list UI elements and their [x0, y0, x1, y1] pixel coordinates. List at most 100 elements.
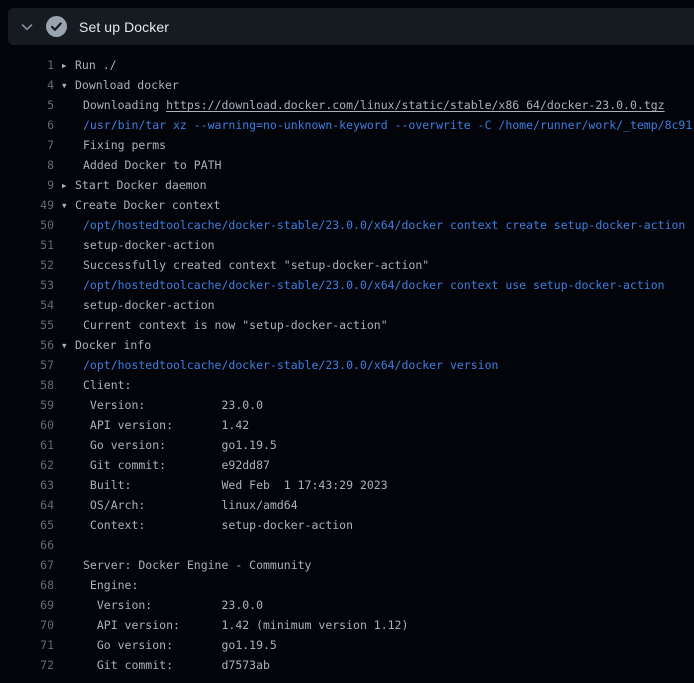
- log-text: Context: setup-docker-action: [83, 515, 353, 535]
- log-command: /opt/hostedtoolcache/docker-stable/23.0.…: [83, 215, 685, 235]
- line-number[interactable]: 63: [0, 475, 54, 495]
- log-line: 64 OS/Arch: linux/amd64: [0, 495, 694, 515]
- log-line: 5 Downloading https://download.docker.com…: [0, 95, 694, 115]
- log-line: 51 setup-docker-action: [0, 235, 694, 255]
- log-rows: 1▶Run ./4▼Download docker5Downloading ht…: [0, 45, 694, 683]
- log-text: Downloading https://download.docker.com/…: [83, 95, 665, 115]
- log-line: 58Client:: [0, 375, 694, 395]
- line-number[interactable]: 55: [0, 315, 54, 335]
- line-number[interactable]: 67: [0, 555, 54, 575]
- log-text: Git commit: e92dd87: [83, 455, 270, 475]
- chevron-right-icon: ▶: [62, 56, 75, 76]
- line-number[interactable]: 69: [0, 595, 54, 615]
- line-number[interactable]: 70: [0, 615, 54, 635]
- line-number[interactable]: 61: [0, 435, 54, 455]
- line-number[interactable]: 57: [0, 355, 54, 375]
- line-number[interactable]: 68: [0, 575, 54, 595]
- log-text: Current context is now "setup-docker-act…: [83, 315, 388, 335]
- log-text: Successfully created context "setup-dock…: [83, 255, 429, 275]
- log-text: Added Docker to PATH: [83, 155, 221, 175]
- log-command: /usr/bin/tar xz --warning=no-unknown-key…: [83, 115, 692, 135]
- log-line: 66: [0, 535, 694, 555]
- log-line: 49 ▼Create Docker context: [0, 195, 694, 215]
- log-group-title[interactable]: ▶Run ./: [62, 55, 117, 75]
- line-number[interactable]: 50: [0, 215, 54, 235]
- log-line: 8 Added Docker to PATH: [0, 155, 694, 175]
- step-header[interactable]: Set up Docker: [8, 8, 694, 45]
- log-text: setup-docker-action: [83, 235, 215, 255]
- chevron-right-icon: ▶: [62, 176, 75, 196]
- log-text: Server: Docker Engine - Community: [83, 555, 311, 575]
- line-number[interactable]: 59: [0, 395, 54, 415]
- check-circle-icon: [46, 16, 67, 37]
- chevron-down-icon: ▼: [62, 196, 75, 216]
- log-line: 67 Server: Docker Engine - Community: [0, 555, 694, 575]
- log-command: /opt/hostedtoolcache/docker-stable/23.0.…: [83, 275, 665, 295]
- line-number[interactable]: 65: [0, 515, 54, 535]
- log-line: 1 ▶Run ./: [0, 55, 694, 75]
- log-line: 65 Context: setup-docker-action: [0, 515, 694, 535]
- log-line: 9 ▶Start Docker daemon: [0, 175, 694, 195]
- line-number[interactable]: 56: [0, 335, 54, 355]
- log-text: Engine:: [83, 575, 138, 595]
- chevron-down-icon: [19, 19, 35, 35]
- log-line: 57/opt/hostedtoolcache/docker-stable/23.…: [0, 355, 694, 375]
- log-link[interactable]: https://download.docker.com/linux/static…: [166, 98, 665, 112]
- log-line: 70 API version: 1.42 (minimum version 1.…: [0, 615, 694, 635]
- log-line: 7 Fixing perms: [0, 135, 694, 155]
- step-title: Set up Docker: [79, 19, 169, 35]
- line-number[interactable]: 72: [0, 655, 54, 675]
- line-number[interactable]: 66: [0, 535, 54, 555]
- line-number[interactable]: 6: [0, 115, 54, 135]
- log-text: Version: 23.0.0: [83, 395, 263, 415]
- line-number[interactable]: 58: [0, 375, 54, 395]
- log-text: Version: 23.0.0: [83, 595, 263, 615]
- log-line: 61 Go version: go1.19.5: [0, 435, 694, 455]
- log-line: 53/opt/hostedtoolcache/docker-stable/23.…: [0, 275, 694, 295]
- line-number[interactable]: 60: [0, 415, 54, 435]
- line-number[interactable]: 4: [0, 75, 54, 95]
- line-number[interactable]: 49: [0, 195, 54, 215]
- line-number[interactable]: 9: [0, 175, 54, 195]
- log-line: 56 ▼Docker info: [0, 335, 694, 355]
- log-text: API version: 1.42: [83, 415, 249, 435]
- log-text: Go version: go1.19.5: [83, 635, 277, 655]
- line-number[interactable]: 7: [0, 135, 54, 155]
- chevron-down-icon: ▼: [62, 76, 75, 96]
- log-text: API version: 1.42 (minimum version 1.12): [83, 615, 408, 635]
- log-line: 52 Successfully created context "setup-do…: [0, 255, 694, 275]
- log-line: 6/usr/bin/tar xz --warning=no-unknown-ke…: [0, 115, 694, 135]
- log-text: setup-docker-action: [83, 295, 215, 315]
- log-line: 55 Current context is now "setup-docker-a…: [0, 315, 694, 335]
- log-line: 59 Version: 23.0.0: [0, 395, 694, 415]
- group-label: Download docker: [75, 78, 179, 92]
- log-line: 60 API version: 1.42: [0, 415, 694, 435]
- log-line: 62 Git commit: e92dd87: [0, 455, 694, 475]
- line-number[interactable]: 62: [0, 455, 54, 475]
- log-line: 4 ▼Download docker: [0, 75, 694, 95]
- group-label: Start Docker daemon: [75, 178, 207, 192]
- log-text: Fixing perms: [83, 135, 166, 155]
- line-number[interactable]: 51: [0, 235, 54, 255]
- line-number[interactable]: 52: [0, 255, 54, 275]
- log-line: 72 Git commit: d7573ab: [0, 655, 694, 675]
- log-text: OS/Arch: linux/amd64: [83, 495, 298, 515]
- log-line: 63 Built: Wed Feb 1 17:43:29 2023: [0, 475, 694, 495]
- log-line: 68 Engine:: [0, 575, 694, 595]
- log-group-title[interactable]: ▼Create Docker context: [62, 195, 220, 215]
- line-number[interactable]: 8: [0, 155, 54, 175]
- log-group-title[interactable]: ▼Download docker: [62, 75, 179, 95]
- log-group-title[interactable]: ▶Start Docker daemon: [62, 175, 207, 195]
- line-number[interactable]: 54: [0, 295, 54, 315]
- log-group-title[interactable]: ▼Docker info: [62, 335, 151, 355]
- line-number[interactable]: 71: [0, 635, 54, 655]
- log-text: Git commit: d7573ab: [83, 655, 270, 675]
- log-line: 50/opt/hostedtoolcache/docker-stable/23.…: [0, 215, 694, 235]
- log-text: Built: Wed Feb 1 17:43:29 2023: [83, 475, 388, 495]
- log-line: 71 Go version: go1.19.5: [0, 635, 694, 655]
- line-number[interactable]: 5: [0, 95, 54, 115]
- line-number[interactable]: 64: [0, 495, 54, 515]
- group-label: Run ./: [75, 58, 117, 72]
- line-number[interactable]: 53: [0, 275, 54, 295]
- line-number[interactable]: 1: [0, 55, 54, 75]
